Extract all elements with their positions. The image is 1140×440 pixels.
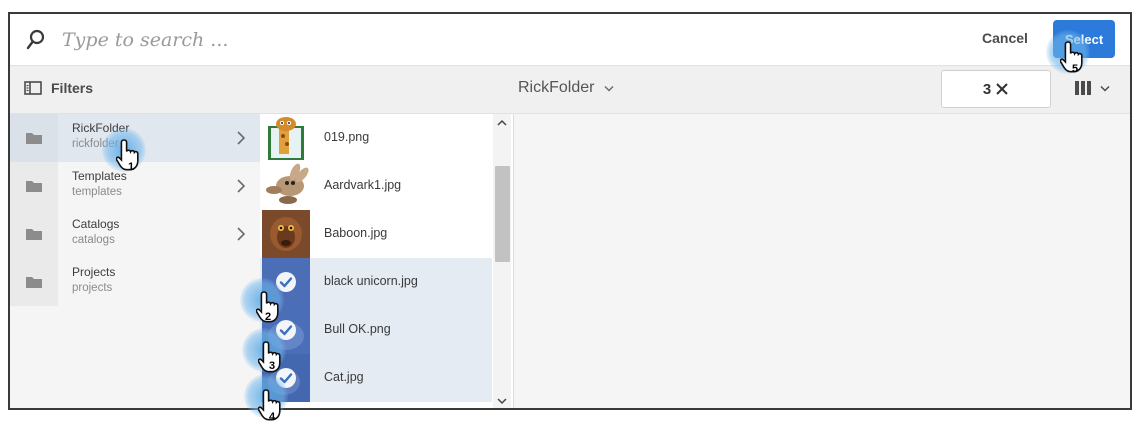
- folder-path: projects: [72, 282, 113, 294]
- folder-thumb: [10, 114, 58, 162]
- selection-count: 3: [982, 80, 992, 98]
- step-number: 5: [1072, 63, 1079, 75]
- current-folder-title: RickFolder: [518, 79, 595, 96]
- step-number: 3: [269, 360, 276, 372]
- file-name: Cat.jpg: [324, 370, 364, 384]
- asset-picker-dialog: Cancel Select Filters RickFolder 3: [8, 12, 1132, 410]
- filters-button[interactable]: Filters: [24, 80, 93, 96]
- step-callout-5: 5: [1046, 30, 1106, 96]
- folder-row-catalogs[interactable]: Catalogs catalogs: [10, 210, 260, 258]
- chevron-right-icon[interactable]: [236, 179, 246, 193]
- chevron-right-icon[interactable]: [236, 227, 246, 241]
- file-row-019[interactable]: 019.png: [260, 114, 492, 162]
- folder-name: Catalogs: [72, 217, 120, 231]
- step-number: 4: [269, 411, 276, 423]
- folder-path: catalogs: [72, 234, 115, 246]
- step-number: 1: [128, 161, 135, 173]
- scroll-up-arrow-icon[interactable]: [496, 118, 508, 128]
- filter-panel-icon: [24, 81, 42, 95]
- folder-icon: [26, 181, 42, 192]
- close-icon: [996, 83, 1008, 95]
- baboon-thumbnail: [262, 210, 310, 258]
- step-callout-4: 4: [244, 374, 304, 440]
- search-bar: Cancel Select: [10, 14, 1130, 66]
- giraffe-thumbnail: [262, 114, 310, 162]
- selection-count-clear-button[interactable]: 3: [941, 70, 1051, 108]
- folder-row-projects[interactable]: Projects projects: [10, 258, 260, 306]
- search-input[interactable]: [62, 24, 762, 56]
- step-number: 2: [265, 311, 272, 323]
- scroll-down-arrow-icon[interactable]: [496, 396, 508, 406]
- file-name: Baboon.jpg: [324, 226, 388, 240]
- filters-label: Filters: [51, 80, 94, 96]
- preview-pane: [515, 114, 1130, 408]
- scrollbar-track[interactable]: [493, 114, 511, 408]
- folder-icon: [26, 229, 42, 240]
- toolbar: Filters RickFolder 3: [10, 66, 1130, 114]
- chevron-right-icon[interactable]: [236, 131, 246, 145]
- cancel-button[interactable]: Cancel: [982, 30, 1028, 46]
- file-name: Aardvark1.jpg: [324, 178, 402, 192]
- file-name: black unicorn.jpg: [324, 274, 418, 288]
- current-folder-dropdown[interactable]: RickFolder: [518, 79, 614, 97]
- file-name: Bull OK.png: [324, 322, 391, 336]
- file-name: 019.png: [324, 130, 370, 144]
- file-row-aardvark1[interactable]: Aardvark1.jpg: [260, 162, 492, 210]
- folder-name: Projects: [72, 265, 116, 279]
- file-row-baboon[interactable]: Baboon.jpg: [260, 210, 492, 258]
- step-callout-1: 1: [102, 128, 162, 194]
- scrollbar-thumb[interactable]: [495, 166, 510, 262]
- folder-icon: [26, 277, 42, 288]
- folder-thumb: [10, 162, 58, 210]
- chevron-down-icon: [604, 85, 614, 92]
- folder-thumb: [10, 258, 58, 306]
- aardvark-thumbnail: [262, 162, 310, 210]
- folder-icon: [26, 133, 42, 144]
- folder-thumb: [10, 210, 58, 258]
- search-icon: [26, 29, 45, 50]
